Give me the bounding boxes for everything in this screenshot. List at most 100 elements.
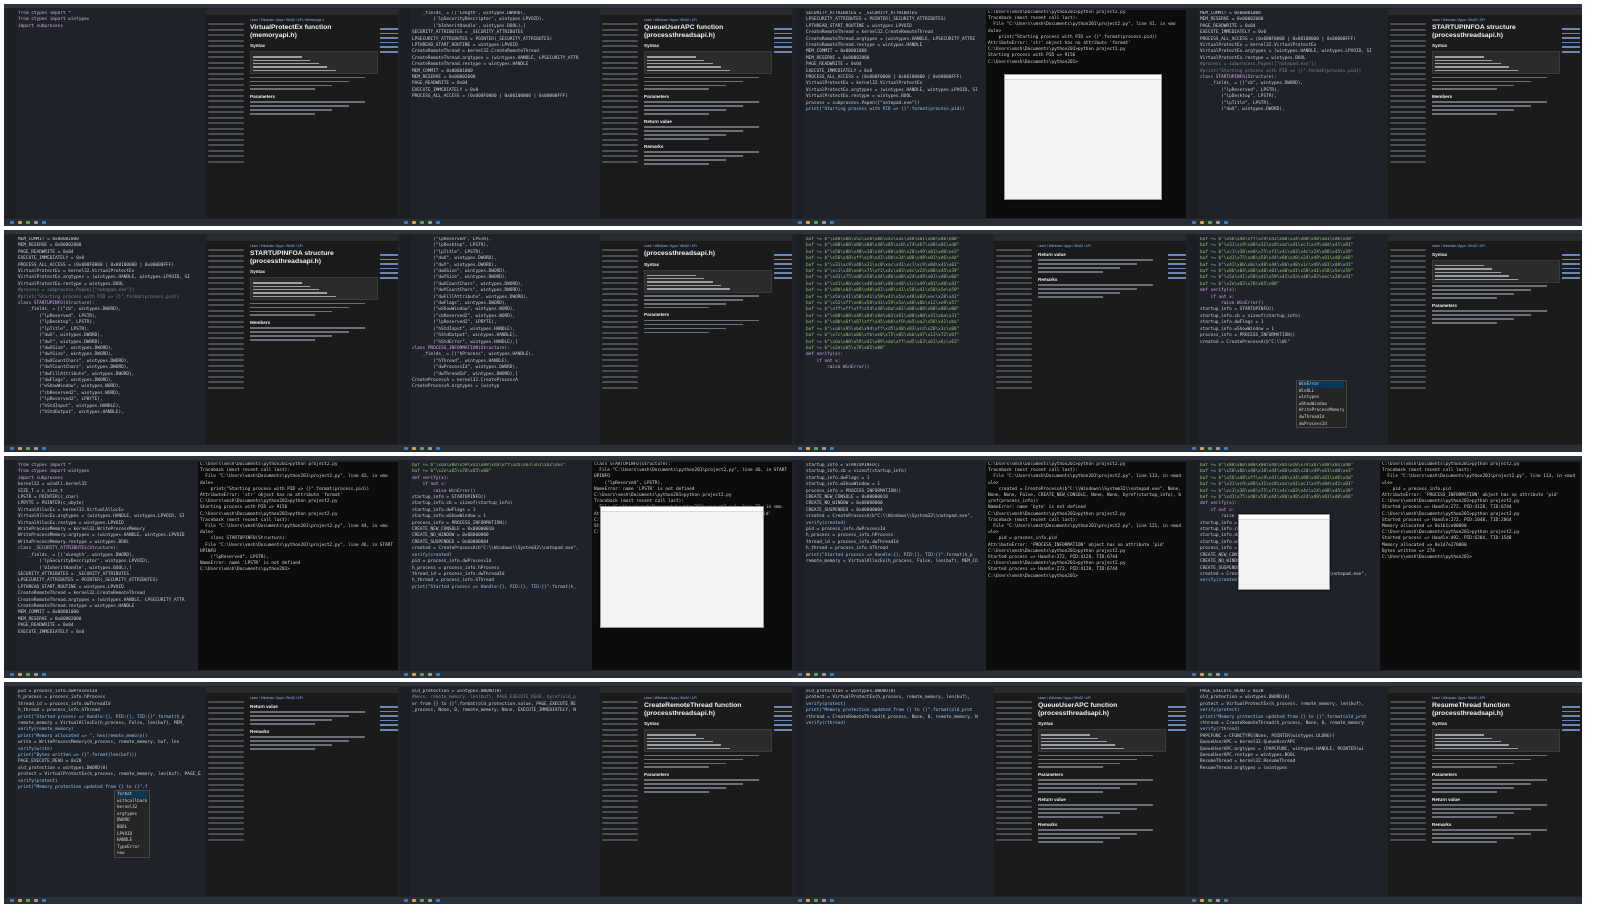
nav-link[interactable] <box>996 315 1032 317</box>
nav-link[interactable] <box>208 833 244 835</box>
autocomplete-item[interactable]: kernel32 <box>117 804 147 811</box>
taskbar-app-icon[interactable] <box>1216 673 1220 676</box>
taskbar-app-icon[interactable] <box>42 899 46 902</box>
taskbar-app-icon[interactable] <box>18 447 22 450</box>
taskbar-app-icon[interactable] <box>428 899 432 902</box>
nav-link[interactable] <box>996 739 1032 742</box>
nav-link[interactable] <box>602 723 638 725</box>
nav-link[interactable] <box>602 838 638 841</box>
code-editor[interactable]: _fields_ = [('Length', wintypes.DWORD), … <box>401 9 597 218</box>
taskbar-app-icon[interactable] <box>420 447 424 450</box>
code-editor[interactable]: ("lpReserved", LPSTR), ("lpDesktop", LPS… <box>401 235 597 444</box>
nav-link[interactable] <box>996 822 1032 824</box>
nav-link[interactable] <box>602 734 638 736</box>
nav-link[interactable] <box>208 39 244 42</box>
nav-link[interactable] <box>602 794 638 797</box>
nav-link[interactable] <box>1390 772 1426 775</box>
autocomplete-item[interactable]: TypeError <box>117 844 147 851</box>
taskbar-app-icon[interactable] <box>822 673 826 676</box>
nav-link[interactable] <box>602 348 638 350</box>
taskbar-app-icon[interactable] <box>1192 673 1196 676</box>
breadcrumb[interactable]: Learn / Windows / Apps / Win32 / API <box>1432 18 1560 22</box>
nav-link[interactable] <box>996 287 1032 290</box>
terminal[interactable]: C:\Users\vmsh\Documents\python201>python… <box>986 462 1186 670</box>
nav-link[interactable] <box>1390 767 1426 769</box>
nav-link[interactable] <box>602 28 638 31</box>
nav-link[interactable] <box>602 94 638 97</box>
toc-link[interactable] <box>774 28 792 30</box>
nav-link[interactable] <box>208 249 244 251</box>
taskbar-app-icon[interactable] <box>798 673 802 676</box>
nav-link[interactable] <box>208 375 244 378</box>
nav-link[interactable] <box>208 282 244 284</box>
nav-link[interactable] <box>602 144 638 146</box>
toc-link[interactable] <box>380 276 398 279</box>
autocomplete-item[interactable]: LPVOID <box>117 831 147 838</box>
nav-link[interactable] <box>602 772 638 775</box>
taskbar-app-icon[interactable] <box>1192 221 1196 224</box>
nav-link[interactable] <box>602 155 638 157</box>
taskbar-app-icon[interactable] <box>18 899 22 902</box>
nav-link[interactable] <box>602 833 638 835</box>
nav-link[interactable] <box>208 331 244 334</box>
nav-link[interactable] <box>208 772 244 775</box>
nav-link[interactable] <box>208 778 244 780</box>
nav-link[interactable] <box>208 745 244 747</box>
toc-link[interactable] <box>380 706 398 708</box>
nav-link[interactable] <box>602 717 638 720</box>
taskbar-app-icon[interactable] <box>1208 899 1212 902</box>
taskbar-app-icon[interactable] <box>1208 673 1212 676</box>
taskbar-app-icon[interactable] <box>822 221 826 224</box>
nav-link[interactable] <box>208 309 244 312</box>
nav-link[interactable] <box>602 342 638 345</box>
nav-link[interactable] <box>602 370 638 372</box>
taskbar-app-icon[interactable] <box>798 899 802 902</box>
toc-link[interactable] <box>774 41 792 44</box>
nav-link[interactable] <box>208 756 244 758</box>
autocomplete-item[interactable]: dwProcessId <box>1299 421 1344 428</box>
nav-link[interactable] <box>602 260 638 262</box>
toc-link[interactable] <box>380 28 398 30</box>
nav-link[interactable] <box>1390 701 1426 703</box>
taskbar-app-icon[interactable] <box>412 221 416 224</box>
taskbar-app-icon[interactable] <box>814 447 818 450</box>
nav-link[interactable] <box>1390 833 1426 835</box>
nav-link[interactable] <box>996 276 1032 279</box>
nav-link[interactable] <box>208 72 244 75</box>
toc-link[interactable] <box>774 263 792 265</box>
nav-link[interactable] <box>208 789 244 791</box>
nav-link[interactable] <box>1390 364 1426 367</box>
code-editor[interactable]: buf += b"\x48\x8b\x52\x20\x8b\x42\x3c\x4… <box>795 235 991 444</box>
nav-link[interactable] <box>996 298 1032 301</box>
nav-link[interactable] <box>208 298 244 301</box>
nav-link[interactable] <box>1390 138 1426 141</box>
code-editor[interactable]: startup_info = STARTUPINFO() startup_info… <box>795 461 983 670</box>
taskbar-app-icon[interactable] <box>436 221 440 224</box>
nav-link[interactable] <box>602 739 638 742</box>
nav-link[interactable] <box>1390 254 1426 257</box>
nav-link[interactable] <box>1390 23 1426 25</box>
nav-link[interactable] <box>602 298 638 301</box>
nav-link[interactable] <box>996 833 1032 835</box>
taskbar-app-icon[interactable] <box>814 221 818 224</box>
toc-link[interactable] <box>1562 719 1580 722</box>
nav-link[interactable] <box>1390 370 1426 372</box>
nav-link[interactable] <box>1390 127 1426 130</box>
taskbar-app-icon[interactable] <box>420 673 424 676</box>
nav-link[interactable] <box>602 767 638 769</box>
toc-link[interactable] <box>774 710 792 713</box>
nav-link[interactable] <box>602 56 638 58</box>
autocomplete-item[interactable]: withcallback <box>117 798 147 805</box>
code-area[interactable]: old_protection = wintypes.DWORD(0) protec… <box>806 689 989 727</box>
code-area[interactable]: PAGE_EXECUTE_READ = 0x20 old_protection =… <box>1200 689 1383 772</box>
nav-link[interactable] <box>1390 750 1426 753</box>
nav-link[interactable] <box>1390 811 1426 813</box>
nav-link[interactable] <box>996 375 1032 378</box>
nav-link[interactable] <box>1390 778 1426 780</box>
toc-link[interactable] <box>774 715 792 717</box>
nav-link[interactable] <box>1390 822 1426 824</box>
nav-link[interactable] <box>1390 144 1426 146</box>
nav-link[interactable] <box>602 287 638 290</box>
nav-link[interactable] <box>996 249 1032 251</box>
taskbar-app-icon[interactable] <box>436 899 440 902</box>
